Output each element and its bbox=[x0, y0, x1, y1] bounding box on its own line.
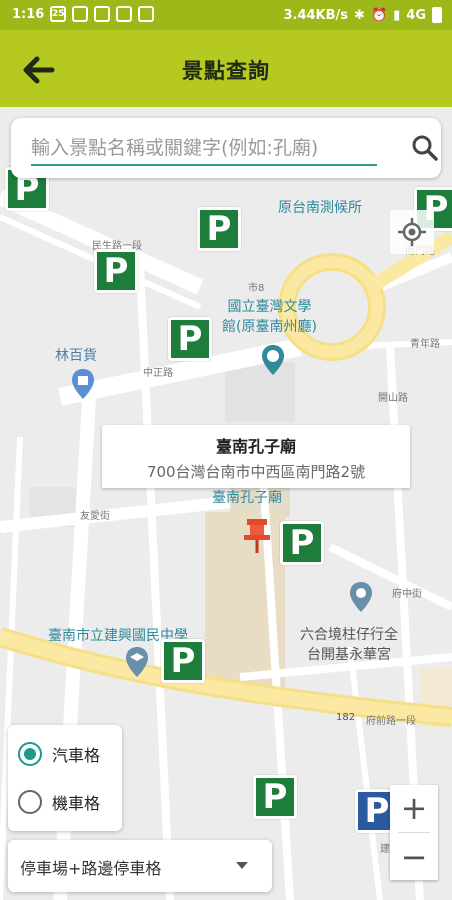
parking-type-dropdown[interactable]: 停車場+路邊停車格 bbox=[8, 840, 272, 892]
label-road-zhongzheng: 中正路 bbox=[143, 368, 173, 379]
battery-icon bbox=[432, 7, 442, 23]
chevron-down-icon bbox=[236, 862, 248, 869]
vehicle-type-selector: 汽車格 機車格 bbox=[8, 725, 122, 831]
parking-marker[interactable]: P bbox=[253, 775, 297, 819]
my-location-button[interactable] bbox=[390, 210, 434, 254]
pushpin-icon[interactable] bbox=[241, 515, 273, 555]
search-underline bbox=[31, 164, 377, 166]
zoom-divider bbox=[398, 832, 430, 833]
alarm-icon: ⏰ bbox=[370, 7, 388, 23]
info-window[interactable]: 臺南孔子廟 700台灣台南市中西區南門路2號 bbox=[102, 425, 410, 488]
page-title: 景點查詢 bbox=[182, 59, 270, 83]
search-icon[interactable] bbox=[411, 134, 439, 162]
network-type: 4G bbox=[406, 7, 426, 23]
zoom-in-button[interactable]: + bbox=[390, 785, 438, 831]
label-museum: 國立臺灣文學 館(原臺南州廳) bbox=[222, 299, 317, 335]
network-speed: 3.44KB/s bbox=[283, 7, 349, 23]
app-bar: 景點查詢 bbox=[0, 30, 452, 107]
signal-icon: ▮ bbox=[393, 7, 401, 23]
parking-marker[interactable]: P bbox=[94, 249, 138, 293]
temple-pin-icon[interactable] bbox=[350, 582, 372, 612]
shopping-pin-icon[interactable] bbox=[72, 369, 94, 399]
label-road-kaishan: 開山路 bbox=[378, 393, 408, 404]
label-department-store: 林百貨 bbox=[55, 348, 97, 364]
radio-label-scooter: 機車格 bbox=[52, 794, 101, 813]
bluetooth-icon: ✱ bbox=[354, 7, 365, 23]
info-window-address: 700台灣台南市中西區南門路2號 bbox=[146, 463, 366, 481]
mail-icon bbox=[94, 6, 110, 22]
radio-button-checked[interactable] bbox=[18, 742, 42, 766]
museum-pin-icon[interactable] bbox=[262, 345, 284, 375]
parking-marker[interactable]: P bbox=[168, 317, 212, 361]
notification-icons: 25 bbox=[50, 6, 154, 22]
radio-option-car[interactable]: 汽車格 bbox=[18, 739, 100, 769]
label-road-fuzhong: 府中街 bbox=[392, 589, 422, 600]
parking-marker[interactable]: P bbox=[280, 521, 324, 565]
label-shrine: 六合境柱仔行全 台開基永華宮 bbox=[300, 627, 398, 663]
radio-option-scooter[interactable]: 機車格 bbox=[18, 787, 100, 817]
label-road-city8: 市8 bbox=[248, 283, 265, 294]
label-road-number: 182 bbox=[336, 712, 356, 723]
label-weather-station: 原台南測候所 bbox=[278, 200, 362, 216]
radio-button[interactable] bbox=[18, 790, 42, 814]
search-box bbox=[11, 118, 441, 178]
zoom-out-button[interactable]: − bbox=[390, 834, 438, 880]
app-icon bbox=[72, 6, 88, 22]
calendar-icon: 25 bbox=[50, 6, 66, 22]
notification-icon bbox=[138, 6, 154, 22]
info-window-title: 臺南孔子廟 bbox=[215, 437, 296, 456]
status-bar: 1:16 25 3.44KB/s ✱ ⏰ ▮ 4G bbox=[0, 0, 452, 30]
zoom-controls: + − bbox=[390, 785, 438, 880]
crosshair-icon bbox=[398, 218, 426, 246]
label-road-fuqian: 府前路一段 bbox=[366, 716, 416, 727]
label-road-qingnian: 青年路 bbox=[410, 339, 440, 350]
status-right: 3.44KB/s ✱ ⏰ ▮ 4G bbox=[283, 7, 442, 23]
label-road-youai: 友愛街 bbox=[80, 511, 110, 522]
dropdown-selected-value: 停車場+路邊停車格 bbox=[20, 859, 162, 878]
school-pin-icon[interactable] bbox=[126, 647, 148, 677]
parking-marker[interactable]: P bbox=[161, 639, 205, 683]
label-confucius-temple: 臺南孔子廟 bbox=[212, 490, 282, 506]
parking-marker[interactable]: P bbox=[197, 207, 241, 251]
search-input[interactable] bbox=[31, 132, 375, 164]
upload-icon bbox=[116, 6, 132, 22]
status-time: 1:16 bbox=[12, 7, 45, 22]
radio-label-car: 汽車格 bbox=[52, 746, 101, 765]
